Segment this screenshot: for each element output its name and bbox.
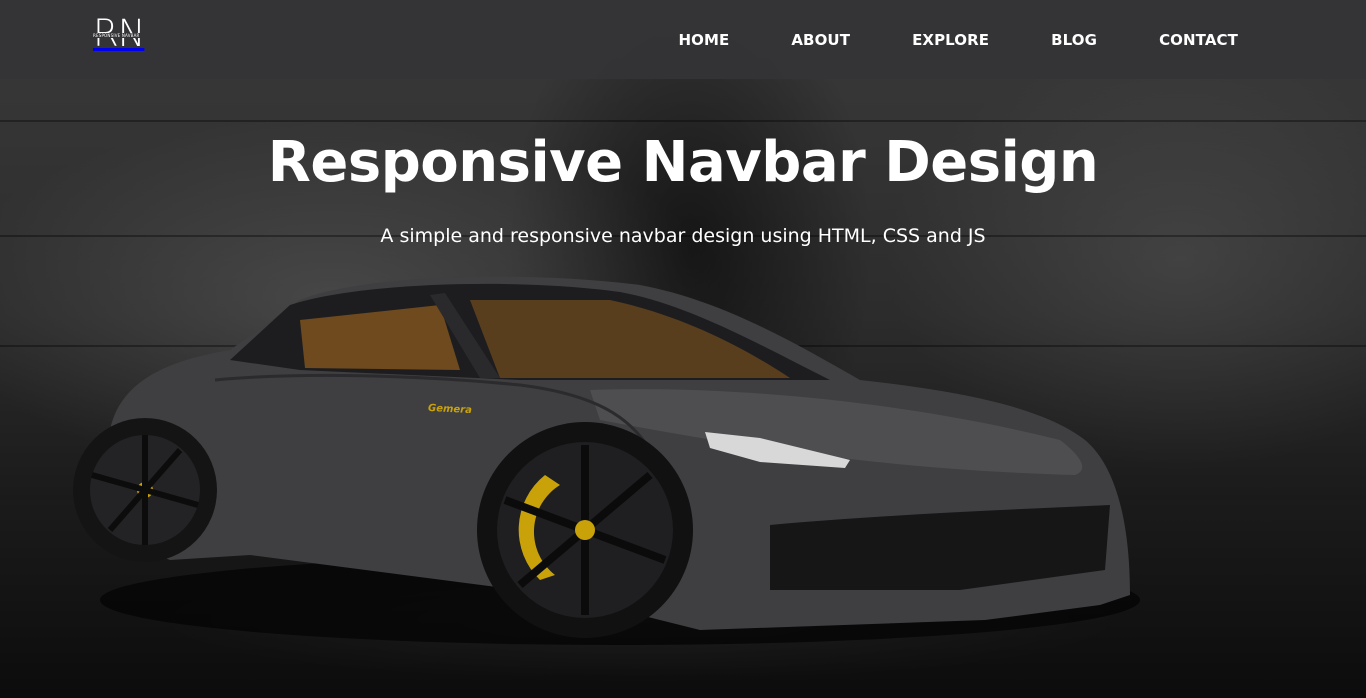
- nav-link-about[interactable]: ABOUT: [791, 31, 850, 49]
- nav-link-explore[interactable]: EXPLORE: [912, 31, 989, 49]
- logo-subtitle: RESPONSIVE NAVBAR: [93, 33, 149, 38]
- car-badge: Gemera: [427, 402, 473, 417]
- nav-item-home: HOME: [678, 30, 729, 49]
- brand-logo[interactable]: RN RESPONSIVE NAVBAR: [93, 15, 149, 52]
- nav-item-explore: EXPLORE: [912, 30, 989, 49]
- nav-link-contact[interactable]: CONTACT: [1159, 31, 1238, 49]
- nav-item-contact: CONTACT: [1159, 30, 1238, 49]
- hero-car-image: [73, 276, 1140, 645]
- nav-links: HOME ABOUT EXPLORE BLOG CONTACT: [616, 0, 1238, 79]
- nav-link-home[interactable]: HOME: [678, 31, 729, 49]
- nav-item-blog: BLOG: [1051, 30, 1097, 49]
- top-navbar: RN RESPONSIVE NAVBAR HOME ABOUT EXPLORE …: [0, 0, 1366, 79]
- hero-title: Responsive Navbar Design: [267, 130, 1099, 195]
- hero-subtitle: A simple and responsive navbar design us…: [380, 225, 986, 247]
- nav-link-blog[interactable]: BLOG: [1051, 31, 1097, 49]
- nav-item-about: ABOUT: [791, 30, 850, 49]
